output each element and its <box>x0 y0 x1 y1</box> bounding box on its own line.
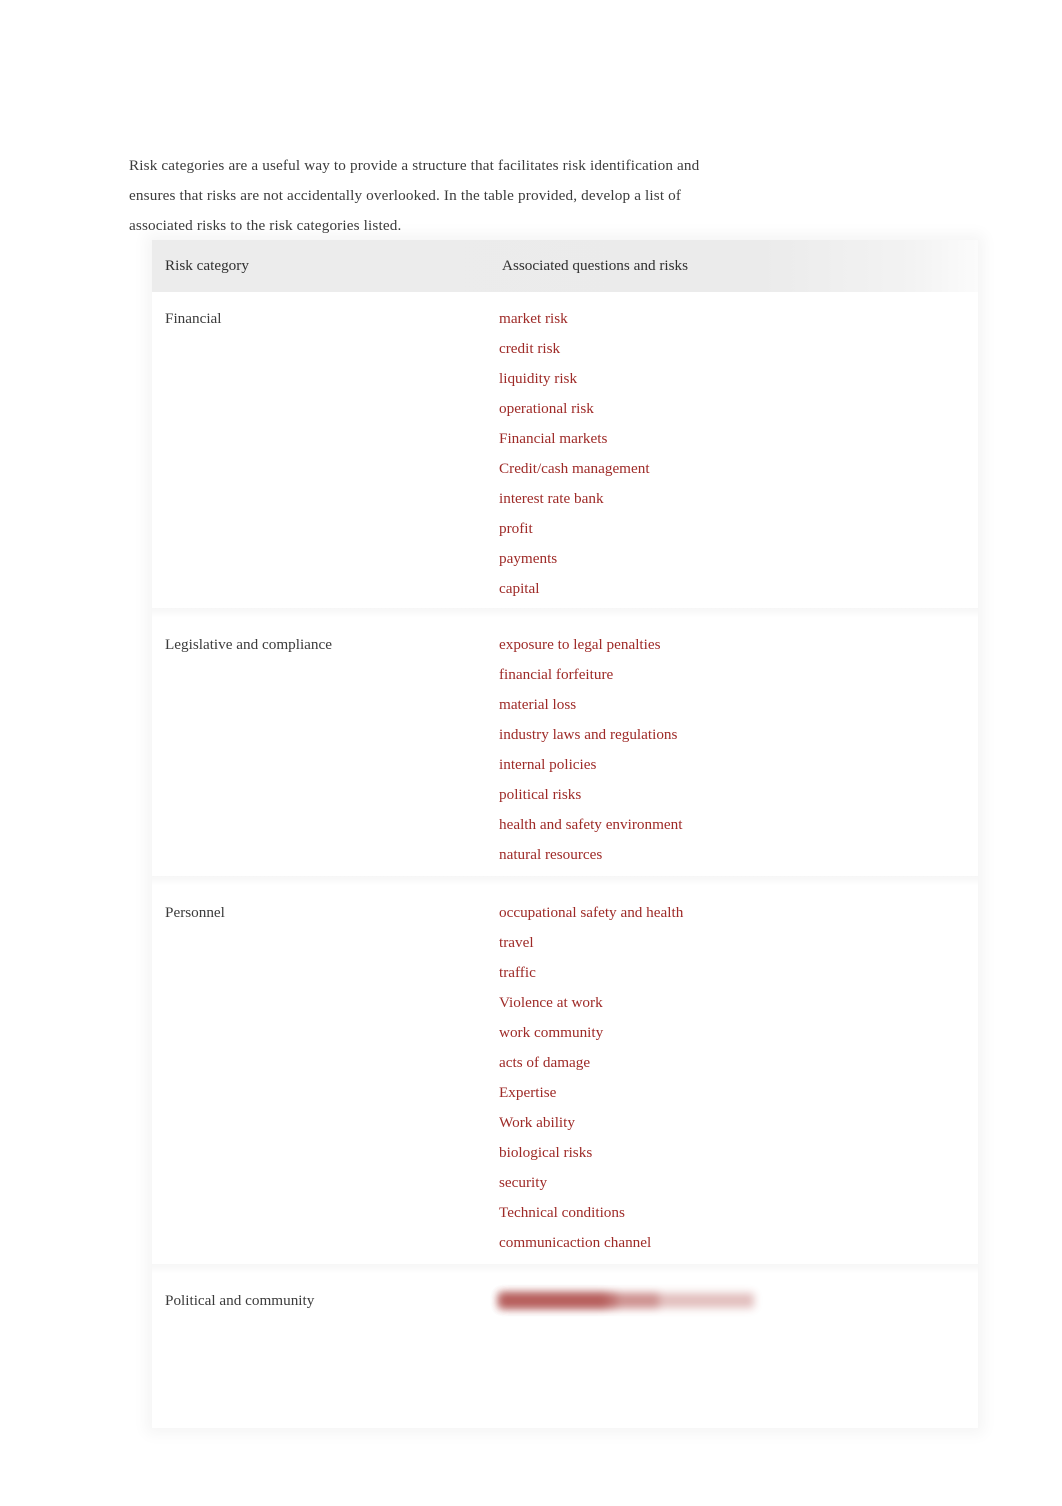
redaction-bar <box>499 1293 607 1308</box>
risk-list-item: market risk <box>499 310 568 327</box>
risk-list-item: profit <box>499 520 533 537</box>
risk-category-cell: Financial <box>152 304 485 604</box>
risk-list-item: biological risks <box>499 1144 593 1161</box>
risk-list-item: Violence at work <box>499 994 603 1011</box>
risk-category-label: Personnel <box>165 904 225 921</box>
associated-risks-cell: market risk credit risk liquidity risk oper… <box>485 304 978 604</box>
table-body: Financial market risk credit risk liquidity… <box>152 292 978 1428</box>
associated-risks-cell <box>485 1286 978 1414</box>
risk-list-item: capital <box>499 580 540 597</box>
risk-list-item: liquidity risk <box>499 370 578 387</box>
risk-list-item: Technical conditions <box>499 1204 625 1221</box>
risk-list-item: exposure to legal penalties <box>499 636 661 653</box>
risk-list-item: operational risk <box>499 400 594 417</box>
risk-list-item: security <box>499 1174 548 1191</box>
risk-category-label: Financial <box>165 310 222 327</box>
risk-list-item: natural resources <box>499 846 603 863</box>
risk-list-item: internal policies <box>499 756 597 773</box>
risk-list-item: Work ability <box>499 1114 575 1131</box>
risk-list-item: work community <box>499 1024 604 1041</box>
risk-list-item: political risks <box>499 786 582 803</box>
risk-list-item: Financial markets <box>499 430 608 447</box>
risk-category-cell: Political and community <box>152 1286 485 1414</box>
risk-category-label: Political and community <box>165 1292 315 1309</box>
risk-list-item: Expertise <box>499 1084 557 1101</box>
table-row: Personnel occupational safety and health t… <box>152 876 978 1274</box>
risk-list-item: health and safety environment <box>499 816 683 833</box>
column-header-associated-risks: Associated questions and risks <box>502 257 689 274</box>
risk-list-item: payments <box>499 550 558 567</box>
risk-list-item: Credit/cash management <box>499 460 650 477</box>
table-row: Political and community <box>152 1264 978 1428</box>
table-row: Legislative and compliance exposure to le… <box>152 608 978 886</box>
risk-list-item: acts of damage <box>499 1054 591 1071</box>
risk-list: occupational safety and health travel traf… <box>499 898 964 1258</box>
table-header-row: Risk category Associated questions and r… <box>152 240 978 292</box>
risk-category-cell: Legislative and compliance <box>152 630 485 872</box>
risk-list-item: travel <box>499 934 534 951</box>
risk-list-item: traffic <box>499 964 536 981</box>
intro-paragraph: Risk categories are a useful way to prov… <box>129 157 700 235</box>
risk-list-item: interest rate bank <box>499 490 604 507</box>
risk-categories-table: Risk category Associated questions and r… <box>152 240 978 1428</box>
table-row: Financial market risk credit risk liquidity… <box>152 292 978 618</box>
risk-list-item: industry laws and regulations <box>499 726 678 743</box>
risk-list: exposure to legal penalties financial for… <box>499 630 964 870</box>
risk-list-item: financial forfeiture <box>499 666 614 683</box>
associated-risks-cell: exposure to legal penalties financial for… <box>485 630 978 872</box>
risk-category-label: Legislative and compliance <box>165 636 332 653</box>
risk-list-item: credit risk <box>499 340 561 357</box>
risk-list-item: material loss <box>499 696 577 713</box>
risk-list: market risk credit risk liquidity risk oper… <box>499 304 964 604</box>
risk-category-cell: Personnel <box>152 898 485 1260</box>
risk-list-item: communicaction channel <box>499 1234 652 1251</box>
column-header-risk-category: Risk category <box>165 257 249 274</box>
document-page: Risk categories are a useful way to prov… <box>0 0 1062 1506</box>
risk-list-item: occupational safety and health <box>499 904 684 921</box>
associated-risks-cell: occupational safety and health travel traf… <box>485 898 978 1260</box>
